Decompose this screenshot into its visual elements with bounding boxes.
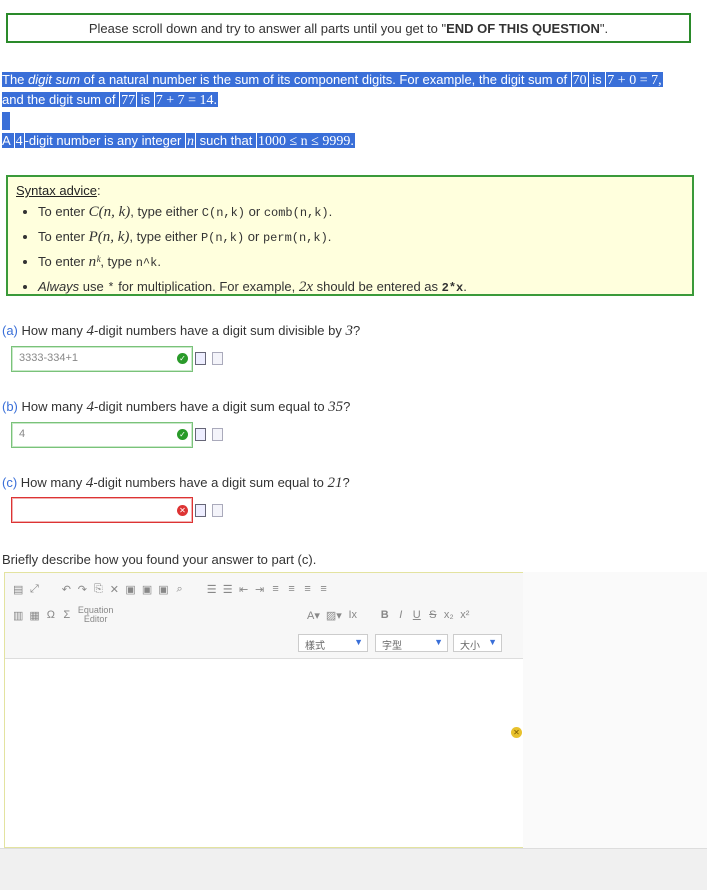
check-icon: ✓ xyxy=(177,353,188,364)
cut-icon[interactable]: ✕ xyxy=(109,583,119,596)
text-color-icon[interactable]: A▾ xyxy=(307,609,320,622)
syntax-advice-box: Syntax advice: To enter C(n, k), type ei… xyxy=(6,175,694,296)
toolbar-format-row: A▾ ▨▾ Ix B I U S x₂ x² xyxy=(307,607,470,623)
superscript-icon[interactable]: x² xyxy=(460,609,470,621)
syntax-item: To enter P(n, k), type either P(n,k) or … xyxy=(38,225,684,250)
page-footer xyxy=(0,848,707,890)
syntax-title: Syntax advice xyxy=(16,183,97,198)
align-right-icon[interactable]: ≡ xyxy=(303,583,313,595)
bg-color-icon[interactable]: ▨▾ xyxy=(326,609,342,622)
align-justify-icon[interactable]: ≡ xyxy=(319,583,329,595)
warning-icon: ✕ xyxy=(511,727,522,738)
error-icon: ✕ xyxy=(177,505,188,516)
toolbar-row-2: ▥ ▦ Ω Σ Equation Editor xyxy=(13,606,114,624)
align-left-icon[interactable]: ≡ xyxy=(271,583,281,595)
outdent-icon[interactable]: ⇤ xyxy=(239,583,249,596)
answer-input-a[interactable]: 3333-334+1 xyxy=(11,346,193,372)
undo-icon[interactable]: ↶ xyxy=(61,583,71,596)
redo-icon[interactable]: ↷ xyxy=(77,583,87,596)
paste-text-icon[interactable]: ▣ xyxy=(142,583,152,596)
align-center-icon[interactable]: ≡ xyxy=(287,583,297,595)
italic-icon[interactable]: I xyxy=(396,609,406,621)
syntax-item: To enter nᵏ, type n^k. xyxy=(38,250,684,275)
editor-content-area[interactable] xyxy=(5,659,523,847)
intro-line-3: A 4 -digit number is any integer n such t… xyxy=(2,131,702,153)
right-strip xyxy=(523,572,707,848)
style-combo[interactable]: 樣式 ▼ xyxy=(298,634,368,652)
describe-prompt: Briefly describe how you found your answ… xyxy=(2,552,317,567)
question-b: (b) How many 4-digit numbers have a digi… xyxy=(2,399,351,415)
bulleted-list-icon[interactable]: ☰ xyxy=(223,583,233,596)
source-icon[interactable]: ▤ xyxy=(13,583,23,596)
paste-icon[interactable]: ▣ xyxy=(125,583,135,596)
question-c: (c) How many 4-digit numbers have a digi… xyxy=(2,475,350,491)
intro-line-1: The digit sum of a natural number is the… xyxy=(2,70,702,92)
answer-input-b[interactable]: 4 xyxy=(11,422,193,448)
answer-input-c[interactable] xyxy=(11,497,193,523)
omega-icon[interactable]: Ω xyxy=(46,609,56,621)
rich-text-editor[interactable]: ▤ ⤢ ↶ ↷ ⎘ ✕ ▣ ▣ ▣ ⌕ ☰ ☰ ⇤ ⇥ ≡ ≡ ≡ ≡ ▥ ▦ … xyxy=(4,572,524,848)
syntax-item: Always use * for multiplication. For exa… xyxy=(38,275,684,300)
numbered-list-icon[interactable]: ☰ xyxy=(207,583,217,596)
notice-end: ". xyxy=(599,20,609,36)
check-icon: ✓ xyxy=(177,429,188,440)
notice-bold: END OF THIS QUESTION xyxy=(446,20,600,36)
bold-icon[interactable]: B xyxy=(380,609,390,621)
scroll-notice: Please scroll down and try to answer all… xyxy=(6,13,691,43)
size-combo[interactable]: 大小 ▼ xyxy=(453,634,502,652)
subscript-icon[interactable]: x₂ xyxy=(444,609,454,621)
syntax-item: To enter C(n, k), type either C(n,k) or … xyxy=(38,200,684,225)
find-icon[interactable]: ⌕ xyxy=(175,583,185,596)
maximize-icon[interactable]: ⤢ xyxy=(29,583,39,596)
underline-icon[interactable]: U xyxy=(412,609,422,621)
editor-toolbar: ▤ ⤢ ↶ ↷ ⎘ ✕ ▣ ▣ ▣ ⌕ ☰ ☰ ⇤ ⇥ ≡ ≡ ≡ ≡ ▥ ▦ … xyxy=(5,573,523,659)
sigma-icon[interactable]: Σ xyxy=(62,609,72,621)
remove-format-icon[interactable]: Ix xyxy=(348,609,358,621)
font-combo[interactable]: 字型 ▼ xyxy=(375,634,448,652)
selection-marker xyxy=(2,112,10,130)
notice-text: Please scroll down and try to answer all… xyxy=(88,20,447,36)
preview-icon[interactable] xyxy=(195,352,206,365)
strike-icon[interactable]: S xyxy=(428,609,438,621)
help-doc-icon[interactable] xyxy=(212,504,223,517)
table-icon[interactable]: ▦ xyxy=(29,609,39,622)
help-doc-icon[interactable] xyxy=(212,352,223,365)
hr-icon[interactable]: ▥ xyxy=(13,609,23,622)
help-doc-icon[interactable] xyxy=(212,428,223,441)
indent-icon[interactable]: ⇥ xyxy=(255,583,265,596)
preview-icon[interactable] xyxy=(195,428,206,441)
equation-editor-button[interactable]: Equation Editor xyxy=(78,606,114,624)
toolbar-row-1: ▤ ⤢ ↶ ↷ ⎘ ✕ ▣ ▣ ▣ ⌕ ☰ ☰ ⇤ ⇥ ≡ ≡ ≡ ≡ xyxy=(13,581,329,597)
question-a: (a) How many 4-digit numbers have a digi… xyxy=(2,323,361,339)
copy-icon[interactable]: ⎘ xyxy=(93,583,103,596)
intro-line-2: and the digit sum of 77 is 7 + 7 = 14. xyxy=(2,90,702,112)
preview-icon[interactable] xyxy=(195,504,206,517)
paste-word-icon[interactable]: ▣ xyxy=(158,583,168,596)
